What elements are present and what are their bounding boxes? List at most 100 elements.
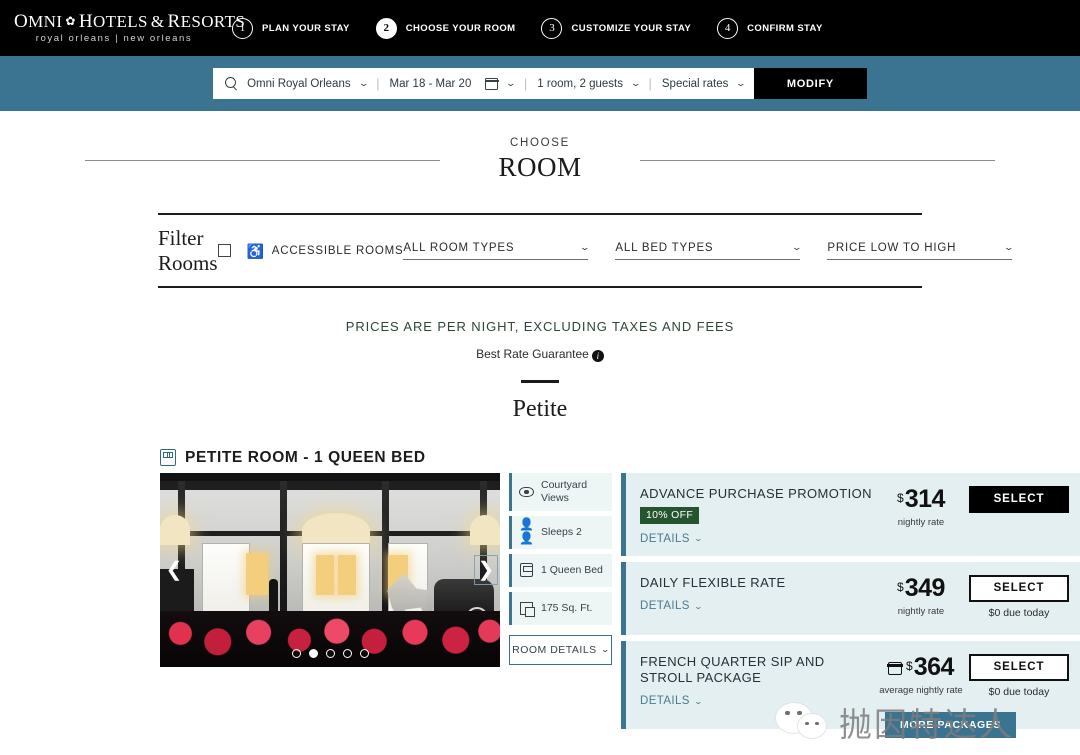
accessibility-icon: ♿ bbox=[246, 242, 265, 259]
rate-card-daily-flexible: DAILY FLEXIBLE RATE DETAILS ⌄ $ 349 nigh… bbox=[621, 561, 1080, 635]
rate-price-block-1: $ 314 nightly rate bbox=[873, 486, 969, 528]
heading-row: CHOOSE ROOM bbox=[0, 137, 1080, 183]
special-rates-field[interactable]: Special rates ⌄ bbox=[662, 68, 754, 99]
rate-info-1: ADVANCE PURCHASE PROMOTION 10% OFF DETAI… bbox=[640, 486, 873, 545]
rate-price-1: 314 bbox=[904, 484, 946, 513]
step-customize-your-stay[interactable]: 3 CUSTOMIZE YOUR STAY bbox=[541, 17, 691, 39]
rate-card-french-quarter-package: FRENCH QUARTER SIP AND STROLL PACKAGE DE… bbox=[621, 640, 1080, 738]
people-icon: 👤👤 bbox=[519, 517, 534, 545]
rate-price-2: 349 bbox=[904, 573, 946, 602]
carousel-dot-4[interactable] bbox=[342, 648, 352, 658]
select-bed-types[interactable]: ALL BED TYPES ⌄ bbox=[615, 241, 802, 260]
select-button-1[interactable]: SELECT bbox=[969, 485, 1069, 513]
photo-door-center bbox=[302, 542, 370, 621]
rate-price-sub-3: average nightly rate bbox=[879, 684, 963, 696]
currency-symbol-2: $ bbox=[897, 579, 904, 594]
dates-field[interactable]: Mar 18 - Mar 20 ⌄ bbox=[390, 68, 524, 99]
eye-icon bbox=[519, 486, 534, 497]
carousel-dot-3[interactable] bbox=[325, 648, 335, 658]
due-today-2: $0 due today bbox=[988, 606, 1050, 619]
rate-price-line-3: $ 364 bbox=[873, 654, 969, 680]
select-sort-order-label: PRICE LOW TO HIGH bbox=[827, 241, 957, 254]
carousel-dot-5[interactable] bbox=[359, 648, 369, 658]
brand-text-mni: MNI bbox=[28, 11, 63, 31]
select-button-3[interactable]: SELECT bbox=[969, 653, 1069, 681]
chevron-down-icon-sort-order: ⌄ bbox=[1002, 242, 1015, 252]
select-button-2[interactable]: SELECT bbox=[969, 574, 1069, 602]
best-rate-guarantee[interactable]: Best Rate Guarantee i bbox=[0, 347, 1080, 362]
heading-center: CHOOSE ROOM bbox=[440, 137, 640, 183]
rate-info-2: DAILY FLEXIBLE RATE DETAILS ⌄ bbox=[640, 575, 873, 612]
currency-symbol-3: $ bbox=[906, 658, 913, 673]
select-sort-order[interactable]: PRICE LOW TO HIGH ⌄ bbox=[827, 241, 1015, 260]
amenity-label-views: Courtyard Views bbox=[541, 479, 588, 504]
room-name: PETITE ROOM - 1 QUEEN BED bbox=[185, 448, 426, 466]
booking-search-bar: Omni Royal Orleans ⌄ | Mar 18 - Mar 20 ⌄… bbox=[0, 56, 1080, 111]
dates-value: Mar 18 - Mar 20 bbox=[389, 77, 472, 90]
more-packages-button[interactable]: MORE PACKAGES bbox=[885, 711, 1016, 738]
destination-field[interactable]: Omni Royal Orleans ⌄ bbox=[225, 68, 376, 99]
rate-card-advance-purchase: ADVANCE PURCHASE PROMOTION 10% OFF DETAI… bbox=[621, 472, 1080, 556]
accessible-rooms-checkbox[interactable] bbox=[217, 244, 231, 257]
chevron-down-icon-details-3: ⌄ bbox=[693, 696, 704, 706]
step-plan-your-stay[interactable]: 1 PLAN YOUR STAY bbox=[232, 17, 350, 39]
carousel-dot-1[interactable] bbox=[291, 648, 301, 658]
rate-price-block-2: $ 349 nightly rate bbox=[873, 575, 969, 617]
price-notice-main: PRICES ARE PER NIGHT, EXCLUDING TAXES AN… bbox=[345, 319, 735, 334]
room-image-carousel[interactable]: ❮ ❯ bbox=[160, 472, 500, 667]
currency-symbol-1: $ bbox=[897, 490, 904, 505]
filter-title: Filter Rooms bbox=[158, 225, 218, 275]
rate-price-block-3: $ 364 average nightly rate bbox=[873, 654, 969, 696]
room-amenities: Courtyard Views 👤👤 Sleeps 2 1 Queen Bed … bbox=[509, 472, 612, 729]
filter-bar: Filter Rooms ♿ ACCESSIBLE ROOMS ALL ROOM… bbox=[158, 213, 1014, 288]
accessible-rooms-label[interactable]: ♿ ACCESSIBLE ROOMS bbox=[247, 244, 404, 258]
rate-info-3: FRENCH QUARTER SIP AND STROLL PACKAGE DE… bbox=[640, 654, 873, 708]
photo-door-left bbox=[202, 542, 250, 619]
amenity-label-sqft: 175 Sq. Ft. bbox=[541, 601, 593, 614]
carousel-dot-2[interactable] bbox=[308, 648, 318, 658]
brand-letter-o: O bbox=[14, 10, 29, 32]
occupancy-field[interactable]: 1 room, 2 guests ⌄ bbox=[537, 68, 648, 99]
rate-price-line-1: $ 314 bbox=[873, 484, 969, 513]
rate-list: ADVANCE PURCHASE PROMOTION 10% OFF DETAI… bbox=[621, 472, 1080, 738]
chevron-down-icon-details-1: ⌄ bbox=[693, 534, 704, 544]
select-bed-types-label: ALL BED TYPES bbox=[615, 241, 714, 254]
rate-name-2: DAILY FLEXIBLE RATE bbox=[640, 574, 786, 590]
bed-icon-amenity bbox=[519, 563, 534, 577]
rate-details-link-2[interactable]: DETAILS ⌄ bbox=[640, 600, 873, 612]
rate-name-1: ADVANCE PURCHASE PROMOTION bbox=[640, 485, 872, 501]
chevron-down-icon-details-2: ⌄ bbox=[693, 601, 704, 611]
info-icon[interactable]: i bbox=[591, 350, 604, 362]
room-header: PETITE ROOM - 1 QUEEN BED bbox=[160, 449, 1080, 467]
bed-icon bbox=[160, 449, 176, 466]
rate-details-label-1: DETAILS bbox=[640, 532, 690, 545]
modify-button[interactable]: MODIFY bbox=[753, 68, 867, 99]
photo-window-2 bbox=[316, 554, 334, 595]
price-notice: PRICES ARE PER NIGHT, EXCLUDING TAXES AN… bbox=[0, 319, 1080, 383]
chevron-down-icon-room-details: ⌄ bbox=[600, 645, 611, 654]
select-room-types[interactable]: ALL ROOM TYPES ⌄ bbox=[403, 242, 590, 260]
step-number-3: 3 bbox=[541, 17, 563, 39]
step-choose-your-room[interactable]: 2 CHOOSE YOUR ROOM bbox=[375, 17, 516, 39]
brand-logo[interactable]: OMNI ✿ HOTELS & RESORTS royal orleans | … bbox=[14, 10, 245, 44]
rate-details-link-3[interactable]: DETAILS ⌄ bbox=[640, 695, 873, 707]
page-title: ROOM bbox=[498, 152, 582, 182]
chevron-down-icon-occupancy[interactable]: ⌄ bbox=[630, 79, 641, 88]
step-label-4: CONFIRM STAY bbox=[747, 22, 823, 34]
rate-discount-badge: 10% OFF bbox=[640, 506, 700, 524]
carousel-prev-button[interactable]: ❮ bbox=[162, 555, 186, 585]
photo-arch-left bbox=[160, 514, 190, 545]
rate-price-sub-1: nightly rate bbox=[897, 516, 945, 528]
chevron-down-icon-dates[interactable]: ⌄ bbox=[505, 79, 516, 88]
chevron-down-icon-destination[interactable]: ⌄ bbox=[358, 79, 369, 88]
room-details-button[interactable]: ROOM DETAILS ⌄ bbox=[509, 634, 612, 665]
chevron-down-icon-rates[interactable]: ⌄ bbox=[735, 79, 746, 88]
brand-letter-h: H bbox=[78, 10, 93, 32]
room-photo bbox=[160, 472, 500, 667]
carousel-dots bbox=[160, 648, 500, 658]
square-feet-icon bbox=[519, 601, 535, 617]
step-confirm-stay[interactable]: 4 CONFIRM STAY bbox=[717, 17, 823, 39]
destination-value: Omni Royal Orleans bbox=[247, 77, 351, 90]
rate-details-link-1[interactable]: DETAILS ⌄ bbox=[640, 533, 873, 545]
carousel-next-button[interactable]: ❯ bbox=[474, 554, 498, 585]
